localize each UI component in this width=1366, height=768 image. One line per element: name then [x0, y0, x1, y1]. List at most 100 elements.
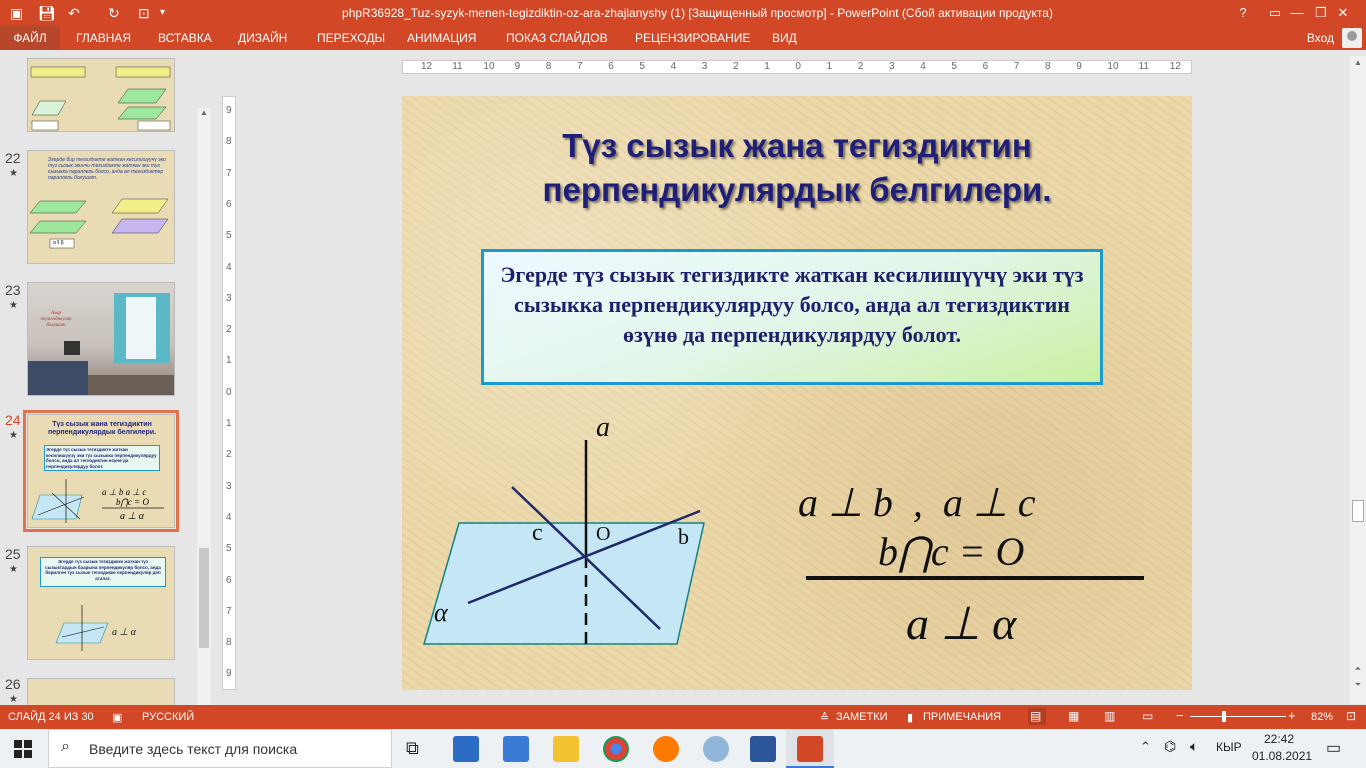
line-b-label: b [678, 524, 689, 549]
slide-22-label: α ‖ β [53, 240, 64, 246]
tab-slide-show[interactable]: ПОКАЗ СЛАЙДОВ [506, 26, 608, 50]
microsoft-store-icon[interactable] [453, 736, 479, 762]
notifications-icon[interactable]: ▭ [1326, 738, 1341, 758]
show-hidden-icons-icon[interactable]: ⌃ [1140, 739, 1151, 755]
previous-slide-icon[interactable]: ⏶ [1350, 664, 1366, 674]
chrome-icon[interactable] [603, 736, 629, 762]
customize-toolbar-icon[interactable]: ▾ [160, 3, 165, 23]
zoom-in-button[interactable]: + [1288, 708, 1296, 723]
tab-review[interactable]: РЕЦЕНЗИРОВАНИЕ [635, 26, 750, 50]
tab-transitions[interactable]: ПЕРЕХОДЫ [317, 26, 385, 50]
slide-thumbnail-23[interactable]: Алар перпендикуляр болушат [27, 282, 175, 396]
slide-show-icon[interactable]: ▭ [1142, 709, 1153, 723]
close-button[interactable]: ✕ [1320, 0, 1366, 26]
slide-25-label: a ⊥ α [112, 627, 136, 638]
scrollbar-thumb[interactable] [1352, 500, 1364, 522]
ruler-tick-label: 3 [889, 61, 895, 72]
next-slide-icon[interactable]: ⏷ [1350, 680, 1366, 690]
ruler-tick-label: 7 [577, 61, 583, 72]
animation-star-icon: ★ [9, 300, 18, 311]
zoom-level[interactable]: 82% [1311, 711, 1333, 723]
animation-star-icon: ★ [9, 430, 18, 441]
windows-start-icon[interactable] [14, 740, 32, 758]
ruler-tick-label: 0 [226, 386, 232, 398]
reading-view-icon[interactable]: ▥ [1104, 709, 1115, 723]
geometry-diagram [423, 440, 1144, 645]
slide-23-photo [28, 293, 174, 395]
tab-file[interactable]: ФАЙЛ [0, 26, 60, 50]
volume-icon[interactable]: 🔈︎ [1190, 738, 1198, 755]
scrollbar-thumb[interactable] [199, 548, 209, 648]
task-view-icon[interactable]: ⧉ [406, 738, 419, 759]
taskbar-search[interactable]: ⌕ Введите здесь текст для поиска [48, 729, 392, 768]
ruler-tick-label: 1 [826, 61, 833, 72]
start-from-beginning-icon[interactable]: ⊡ [138, 3, 150, 23]
ruler-tick-label: 10 [483, 61, 495, 72]
tab-insert[interactable]: ВСТАВКА [158, 26, 212, 50]
ruler-tick-label: 2 [226, 449, 232, 461]
slide-thumbnail-25[interactable]: Эгерде түз сызык тегиздикке жаткан түз с… [27, 546, 175, 660]
slide-number-22: 22 [5, 150, 21, 166]
redo-icon[interactable]: ↻ [108, 3, 120, 23]
app-icon[interactable]: ▣ [10, 3, 23, 23]
slide-number-26: 26 [5, 676, 21, 692]
horizontal-ruler[interactable]: 12 11 10 9 8 7 6 5 4 3 2 1 0 1 2 3 4 5 6 7 8 9 10 11 12 [402, 60, 1192, 74]
notes-icon[interactable]: ≙ [820, 711, 829, 724]
paint-icon[interactable] [703, 736, 729, 762]
tab-view[interactable]: ВИД [772, 26, 797, 50]
ruler-tick-label: 9 [226, 668, 232, 680]
zoom-slider[interactable] [1190, 716, 1286, 717]
sign-in-link[interactable]: Вход [1307, 26, 1334, 50]
comments-button[interactable]: ПРИМЕЧАНИЯ [923, 711, 1001, 723]
spellcheck-icon[interactable]: ▣ [112, 711, 122, 724]
tab-home[interactable]: ГЛАВНАЯ [76, 26, 131, 50]
slide-thumbnail-22[interactable]: Эгерде бир тегиздикте жаткан кесилишүүчү… [27, 150, 175, 264]
line-c-label: c [532, 520, 543, 546]
avast-icon[interactable] [653, 736, 679, 762]
slide-canvas[interactable]: Түз сызык жана тегиздиктин перпендикуляр… [402, 96, 1192, 690]
input-language[interactable]: КЫР [1216, 740, 1242, 754]
save-icon[interactable]: 💾︎ [38, 3, 56, 23]
calculator-icon[interactable] [503, 736, 529, 762]
slide-sorter-icon[interactable]: ▦ [1068, 709, 1079, 723]
ruler-tick-label: 1 [764, 61, 770, 72]
fit-to-window-icon[interactable]: ⊡ [1346, 709, 1356, 723]
status-bar: СЛАЙД 24 ИЗ 30 ▣ РУССКИЙ ≙ ЗАМЕТКИ ▮ ПРИ… [0, 705, 1366, 729]
zoom-slider-handle[interactable] [1222, 711, 1226, 722]
language-indicator[interactable]: РУССКИЙ [142, 711, 194, 723]
network-icon[interactable]: ⌬ [1164, 738, 1176, 755]
ruler-tick-label: 4 [226, 261, 232, 273]
svg-text:a ⊥ b a ⊥ c: a ⊥ b a ⊥ c [102, 487, 146, 497]
ruler-tick-label: 12 [421, 61, 433, 72]
slide-thumbnail-24[interactable]: Түз сызык жана тегиздиктин перпендикуляр… [23, 410, 179, 532]
ruler-tick-label: 1 [226, 355, 232, 367]
word-icon[interactable] [750, 736, 776, 762]
notes-button[interactable]: ЗАМЕТКИ [836, 711, 888, 723]
zoom-out-button[interactable]: − [1176, 708, 1184, 723]
slide-number-23: 23 [5, 282, 21, 298]
ruler-tick-label: 1 [226, 418, 232, 429]
clock-time[interactable]: 22:42 [1264, 732, 1294, 746]
file-explorer-icon[interactable] [553, 736, 579, 762]
slide-thumbnail-26[interactable] [27, 678, 175, 705]
avatar[interactable] [1342, 28, 1362, 48]
formula-conclusion: a ⊥ α [906, 598, 1017, 649]
slide-thumbnail-21[interactable] [27, 58, 175, 132]
search-input[interactable]: Введите здесь текст для поиска [89, 741, 297, 757]
tab-animation[interactable]: АНИМАЦИЯ [407, 26, 476, 50]
ruler-tick-label: 6 [608, 61, 614, 72]
vertical-ruler[interactable]: 9 8 7 6 5 4 3 2 1 0 1 2 3 4 5 6 7 8 9 [222, 96, 236, 690]
thumbnails-scrollbar[interactable]: ▲ ▼ [197, 108, 211, 705]
clock-date[interactable]: 01.08.2021 [1252, 749, 1312, 763]
powerpoint-taskbar-button[interactable] [786, 729, 834, 768]
ruler-tick-label: 11 [1138, 61, 1149, 72]
undo-icon[interactable]: ↶ [68, 3, 80, 23]
tab-design[interactable]: ДИЗАЙН [238, 26, 287, 50]
comments-icon[interactable]: ▮ [907, 711, 913, 724]
scroll-up-icon[interactable]: ▲ [1350, 58, 1366, 67]
slide-25-diagram [55, 605, 109, 651]
slide-scrollbar[interactable]: ▲ ⏶ ⏷ [1350, 56, 1366, 704]
slide-counter: СЛАЙД 24 ИЗ 30 [8, 711, 94, 723]
scroll-up-icon[interactable]: ▲ [197, 108, 211, 120]
ruler-tick-label: 9 [226, 105, 232, 116]
